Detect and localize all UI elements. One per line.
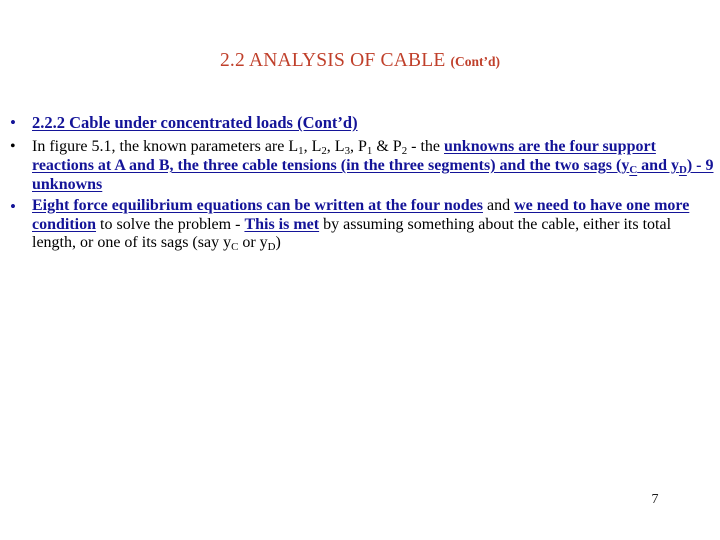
slide-title-continuation: (Cont’d) <box>450 54 501 69</box>
text-run: to solve the problem - <box>96 215 245 233</box>
bullet-text-known-parameters: In figure 5.1, the known parameters are … <box>32 138 716 195</box>
text-run: , L <box>303 138 322 156</box>
text-run: & P <box>372 138 402 156</box>
text-run: - the <box>407 138 444 156</box>
text-run: 2 <box>401 145 408 158</box>
emphasis-run: Eight force equilibrium equations can be… <box>32 196 483 214</box>
slide-title-main: 2.2 ANALYSIS OF CABLE <box>219 50 451 71</box>
text-run: 3 <box>344 145 350 158</box>
text-run: C <box>231 241 239 254</box>
emphasis-run: This is met <box>244 215 320 233</box>
text-run: , L <box>326 138 345 156</box>
list-item: • 2.2.2 Cable under concentrated loads (… <box>10 113 716 133</box>
text-run: and <box>482 196 515 214</box>
text-run: ) <box>275 234 281 252</box>
list-item: • Eight force equilibrium equations can … <box>10 197 716 254</box>
bullet-marker-icon: • <box>10 196 16 216</box>
emphasis-run: D <box>678 163 687 176</box>
text-run: D <box>267 241 276 254</box>
bullet-text-heading: 2.2.2 Cable under concentrated loads (Co… <box>32 113 358 132</box>
list-item: • In figure 5.1, the known parameters ar… <box>10 138 716 195</box>
slide-body: • 2.2.2 Cable under concentrated loads (… <box>10 113 716 255</box>
text-run: In figure 5.1, the known parameters are … <box>32 138 299 156</box>
page-number: 7 <box>651 492 659 507</box>
emphasis-run: C <box>629 163 638 176</box>
text-run: 1 <box>366 145 373 158</box>
text-run: 2 <box>321 145 327 158</box>
text-run: or y <box>238 234 268 252</box>
bullet-marker-icon: • <box>10 138 16 156</box>
slide-canvas: 2.2 ANALYSIS OF CABLE (Cont’d) • 2.2.2 C… <box>0 0 720 540</box>
text-run: 1 <box>298 145 304 158</box>
bullet-marker-icon: • <box>10 113 16 132</box>
slide-title: 2.2 ANALYSIS OF CABLE (Cont’d) <box>0 50 720 71</box>
text-run: , P <box>350 138 367 156</box>
bullet-text-equilibrium-equations: Eight force equilibrium equations can be… <box>32 197 716 254</box>
emphasis-run: and y <box>637 156 679 174</box>
